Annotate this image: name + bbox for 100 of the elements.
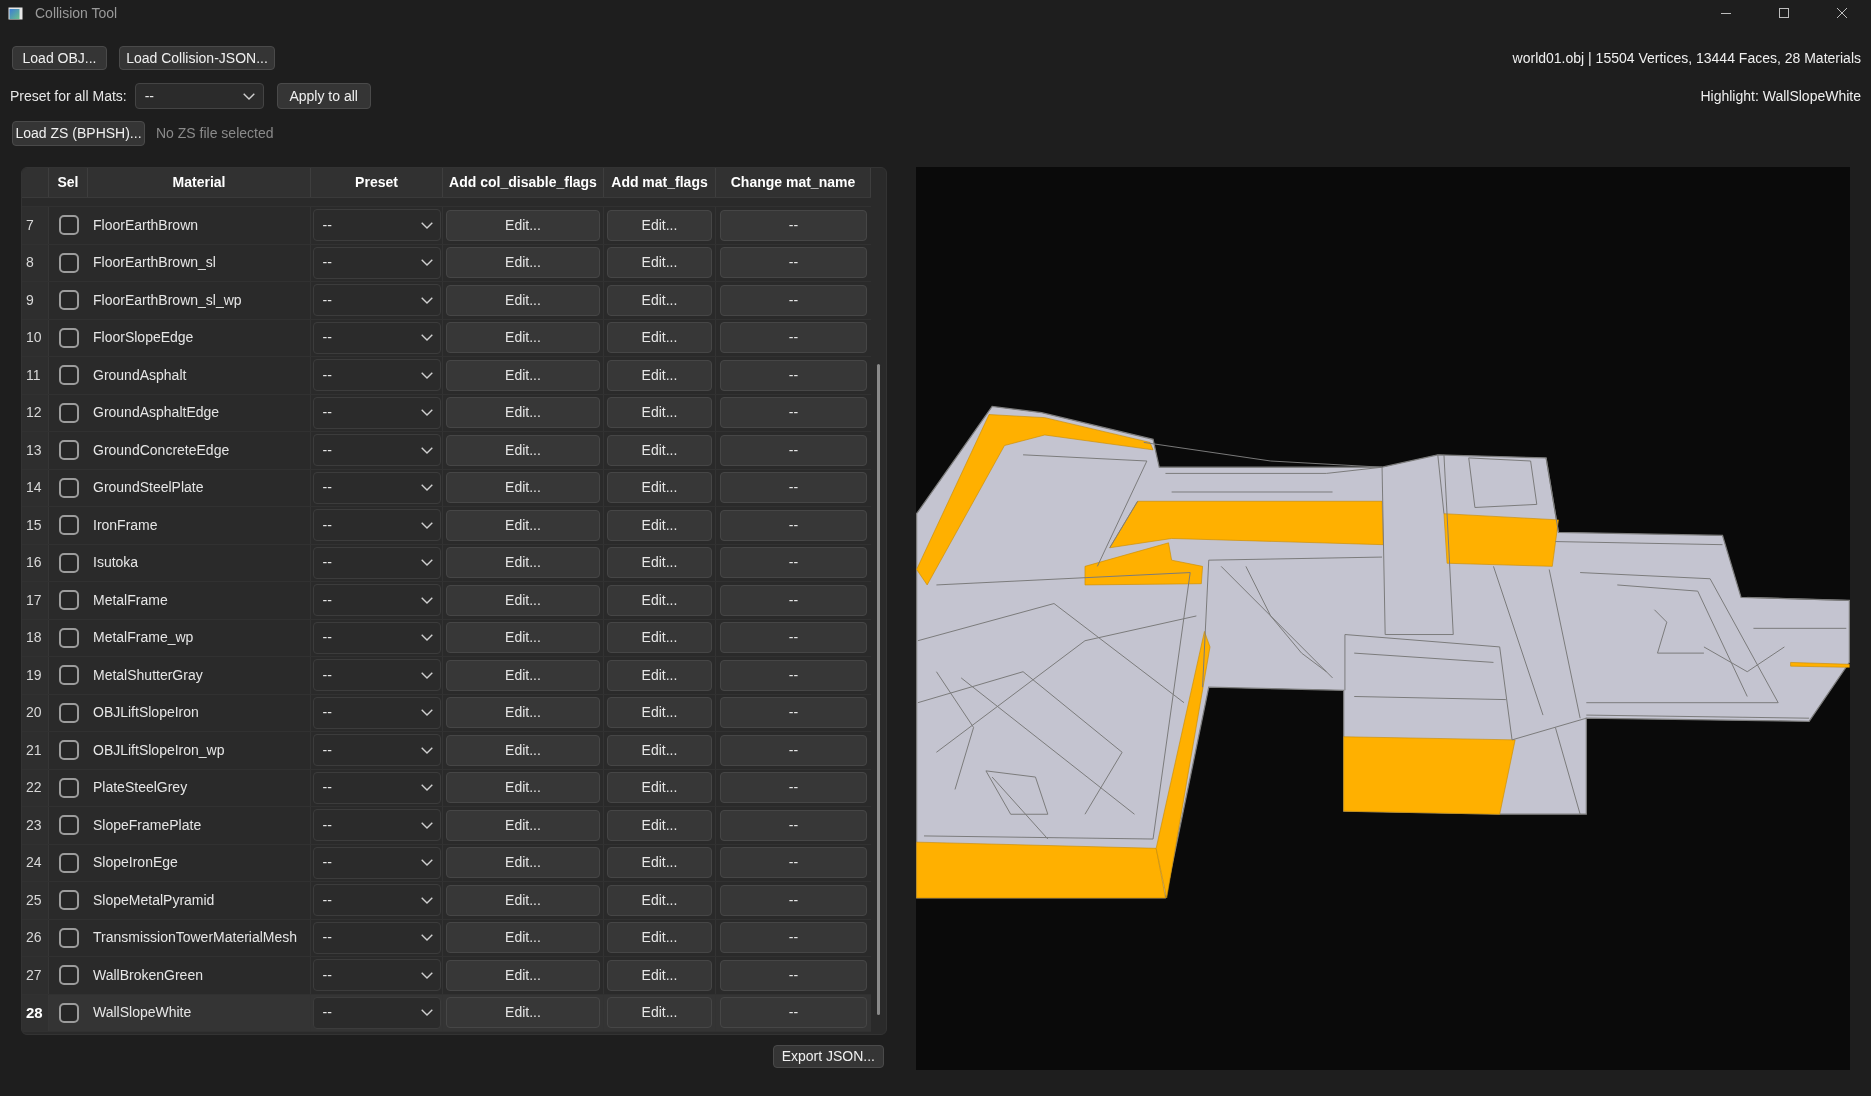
- apply-button[interactable]: Apply to all: [276, 83, 371, 109]
- preset-dropdown[interactable]: --: [312, 209, 441, 242]
- edit-button[interactable]: Edit...: [607, 884, 712, 916]
- edit-button[interactable]: Edit...: [446, 734, 600, 766]
- edit-button[interactable]: Edit...: [446, 884, 600, 916]
- table-row[interactable]: 11 GroundAsphalt -- Edit... Edit... --: [22, 357, 871, 395]
- scrollbar-thumb[interactable]: [877, 364, 880, 1015]
- preset-dropdown[interactable]: --: [134, 83, 264, 109]
- edit-button[interactable]: Edit...: [446, 359, 600, 391]
- edit-button[interactable]: Edit...: [607, 697, 712, 729]
- preset-dropdown[interactable]: --: [312, 246, 441, 279]
- table-row[interactable]: 13 GroundConcreteEdge -- Edit... Edit... --: [22, 432, 871, 470]
- edit-button[interactable]: Edit...: [446, 247, 600, 279]
- mat-name-button[interactable]: --: [720, 322, 867, 354]
- table-row[interactable]: 26 TransmissionTowerMaterialMesh -- Edit... Edit... --: [22, 919, 871, 957]
- edit-button[interactable]: Edit...: [607, 434, 712, 466]
- edit-button[interactable]: Edit...: [446, 434, 600, 466]
- table-row[interactable]: 20 OBJLiftSlopeIron -- Edit... Edit... --: [22, 694, 871, 732]
- checkbox[interactable]: [58, 702, 79, 723]
- mat-name-button[interactable]: --: [720, 659, 867, 691]
- checkbox[interactable]: [58, 365, 79, 386]
- table-row[interactable]: 14 GroundSteelPlate -- Edit... Edit... --: [22, 469, 871, 507]
- preset-dropdown[interactable]: --: [312, 584, 441, 617]
- preset-dropdown[interactable]: --: [312, 321, 441, 354]
- mat-name-button[interactable]: --: [720, 472, 867, 504]
- preset-dropdown[interactable]: --: [312, 846, 441, 879]
- edit-button[interactable]: Edit...: [446, 959, 600, 991]
- preset-dropdown[interactable]: --: [312, 621, 441, 654]
- edit-button[interactable]: Edit...: [607, 472, 712, 504]
- preset-dropdown[interactable]: --: [312, 959, 441, 992]
- load-button[interactable]: Load OBJ...: [12, 46, 107, 70]
- table-row[interactable]: 22 PlateSteelGrey -- Edit... Edit... --: [22, 769, 871, 807]
- checkbox[interactable]: [58, 327, 79, 348]
- table-row[interactable]: 25 SlopeMetalPyramid -- Edit... Edit... --: [22, 882, 871, 920]
- mat-name-button[interactable]: --: [720, 997, 867, 1029]
- export-button[interactable]: Export JSON...: [772, 1045, 884, 1068]
- load-button[interactable]: Load Collision-JSON...: [119, 46, 275, 70]
- checkbox[interactable]: [58, 965, 79, 986]
- checkbox[interactable]: [58, 290, 79, 311]
- edit-button[interactable]: Edit...: [446, 584, 600, 616]
- table-row[interactable]: 28 WallSlopeWhite -- Edit... Edit... --: [22, 994, 871, 1032]
- preset-dropdown[interactable]: --: [312, 809, 441, 842]
- edit-button[interactable]: Edit...: [607, 997, 712, 1029]
- checkbox[interactable]: [58, 665, 79, 686]
- edit-button[interactable]: Edit...: [607, 809, 712, 841]
- edit-button[interactable]: Edit...: [607, 397, 712, 429]
- edit-button[interactable]: Edit...: [446, 809, 600, 841]
- checkbox[interactable]: [58, 815, 79, 836]
- checkbox[interactable]: [58, 440, 79, 461]
- edit-button[interactable]: Edit...: [446, 547, 600, 579]
- checkbox[interactable]: [58, 777, 79, 798]
- mat-name-button[interactable]: --: [720, 509, 867, 541]
- preset-dropdown[interactable]: --: [312, 996, 441, 1029]
- mat-name-button[interactable]: --: [720, 772, 867, 804]
- edit-button[interactable]: Edit...: [607, 359, 712, 391]
- checkbox[interactable]: [58, 515, 79, 536]
- mat-name-button[interactable]: --: [720, 809, 867, 841]
- edit-button[interactable]: Edit...: [446, 622, 600, 654]
- table-row[interactable]: 15 IronFrame -- Edit... Edit... --: [22, 507, 871, 545]
- edit-button[interactable]: Edit...: [446, 997, 600, 1029]
- preset-dropdown[interactable]: --: [312, 921, 441, 954]
- preset-dropdown[interactable]: --: [312, 359, 441, 392]
- checkbox[interactable]: [58, 552, 79, 573]
- edit-button[interactable]: Edit...: [446, 772, 600, 804]
- edit-button[interactable]: Edit...: [446, 472, 600, 504]
- edit-button[interactable]: Edit...: [607, 547, 712, 579]
- edit-button[interactable]: Edit...: [446, 847, 600, 879]
- mat-name-button[interactable]: --: [720, 697, 867, 729]
- mat-name-button[interactable]: --: [720, 959, 867, 991]
- edit-button[interactable]: Edit...: [446, 697, 600, 729]
- edit-button[interactable]: Edit...: [446, 322, 600, 354]
- table-row[interactable]: 23 SlopeFramePlate -- Edit... Edit... --: [22, 807, 871, 845]
- edit-button[interactable]: Edit...: [607, 622, 712, 654]
- table-row[interactable]: 9 FloorEarthBrown_sl_wp -- Edit... Edit... --: [22, 282, 871, 320]
- preset-dropdown[interactable]: --: [312, 734, 441, 767]
- edit-button[interactable]: Edit...: [446, 659, 600, 691]
- checkbox[interactable]: [58, 402, 79, 423]
- preset-dropdown[interactable]: --: [312, 396, 441, 429]
- preset-dropdown[interactable]: --: [312, 471, 441, 504]
- table-row[interactable]: 24 SlopeIronEge -- Edit... Edit... --: [22, 844, 871, 882]
- edit-button[interactable]: Edit...: [607, 659, 712, 691]
- edit-button[interactable]: Edit...: [446, 397, 600, 429]
- edit-button[interactable]: Edit...: [607, 734, 712, 766]
- edit-button[interactable]: Edit...: [607, 772, 712, 804]
- edit-button[interactable]: Edit...: [446, 509, 600, 541]
- edit-button[interactable]: Edit...: [446, 284, 600, 316]
- edit-button[interactable]: Edit...: [607, 509, 712, 541]
- preset-dropdown[interactable]: --: [312, 546, 441, 579]
- table-row[interactable]: 19 MetalShutterGray -- Edit... Edit... --: [22, 657, 871, 695]
- 3d-viewport[interactable]: [916, 167, 1850, 1070]
- mat-name-button[interactable]: --: [720, 397, 867, 429]
- table-row[interactable]: 27 WallBrokenGreen -- Edit... Edit... --: [22, 957, 871, 995]
- mat-name-button[interactable]: --: [720, 884, 867, 916]
- preset-dropdown[interactable]: --: [312, 659, 441, 692]
- close-icon[interactable]: [1837, 8, 1847, 18]
- checkbox[interactable]: [58, 627, 79, 648]
- mat-name-button[interactable]: --: [720, 434, 867, 466]
- table-row[interactable]: 18 MetalFrame_wp -- Edit... Edit... --: [22, 619, 871, 657]
- mat-name-button[interactable]: --: [720, 622, 867, 654]
- checkbox[interactable]: [58, 215, 79, 236]
